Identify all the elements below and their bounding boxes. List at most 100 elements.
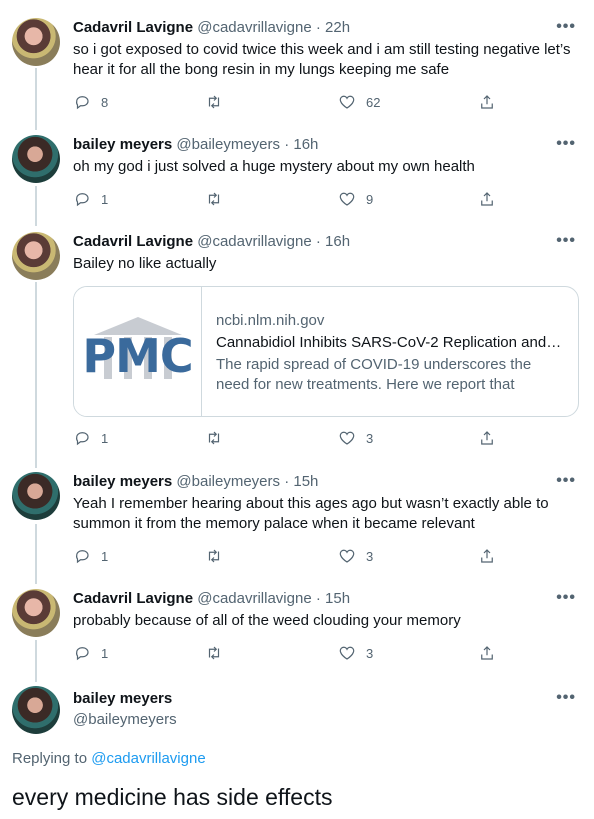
pmc-logo: PMC	[80, 316, 195, 387]
more-icon[interactable]: •••	[556, 589, 576, 607]
timestamp[interactable]: 22h	[325, 19, 350, 36]
share-icon	[481, 549, 493, 563]
share-icon	[481, 646, 493, 660]
like-button[interactable]: 3	[338, 429, 373, 447]
like-button[interactable]: 62	[338, 93, 380, 111]
card-title: Cannabidiol Inhibits SARS-CoV-2 Replicat…	[216, 334, 562, 351]
reply-icon	[76, 432, 89, 446]
retweet-button[interactable]	[205, 429, 233, 447]
like-icon	[339, 549, 355, 563]
timestamp[interactable]: 16h	[293, 136, 318, 153]
timestamp[interactable]: 15h	[325, 590, 350, 607]
reply-count: 1	[101, 430, 109, 446]
user-handle[interactable]: @baileymeyers	[176, 136, 280, 153]
display-name[interactable]: bailey meyers	[73, 136, 172, 153]
reply-button[interactable]: 8	[73, 93, 108, 111]
reply-count: 8	[101, 94, 109, 110]
like-count: 9	[366, 191, 374, 207]
card-thumbnail: PMC	[74, 287, 202, 416]
display-name[interactable]: bailey meyers	[73, 473, 172, 490]
user-handle[interactable]: @cadavrillavigne	[197, 233, 311, 250]
share-icon	[481, 192, 493, 206]
reply-button[interactable]: 1	[73, 547, 108, 565]
share-button[interactable]	[478, 644, 496, 662]
avatar[interactable]	[12, 135, 60, 183]
like-icon	[339, 431, 355, 445]
reply-button[interactable]: 1	[73, 190, 108, 208]
display-name[interactable]: Cadavril Lavigne	[73, 19, 193, 36]
separator-dot: ·	[315, 19, 321, 36]
more-icon[interactable]: •••	[556, 232, 576, 250]
user-handle[interactable]: @baileymeyers	[73, 711, 177, 728]
tweet-text: so i got exposed to covid twice this wee…	[73, 41, 571, 78]
reply-icon	[76, 96, 89, 110]
replying-to-link[interactable]: @cadavrillavigne	[91, 750, 205, 767]
reply-button[interactable]: 1	[73, 429, 108, 447]
replying-prefix: Replying to	[12, 750, 88, 767]
retweet-button[interactable]	[205, 644, 233, 662]
separator-dot: ·	[284, 473, 290, 490]
tweet-header: bailey meyers @baileymeyers · 15h	[73, 472, 318, 492]
more-icon[interactable]: •••	[556, 472, 576, 490]
reply-icon	[76, 193, 89, 207]
like-count: 3	[366, 430, 374, 446]
main-tweet-text: every medicine has side effects	[12, 784, 333, 810]
like-icon	[339, 192, 355, 206]
avatar[interactable]	[12, 686, 60, 734]
tweet-text: Bailey no like actually	[73, 255, 217, 272]
user-handle[interactable]: @cadavrillavigne	[197, 590, 311, 607]
more-icon[interactable]: •••	[556, 689, 576, 707]
tweet-header: Cadavril Lavigne @cadavrillavigne · 16h	[73, 232, 350, 252]
tweet-actions: 1 3	[73, 429, 503, 449]
avatar[interactable]	[12, 18, 60, 66]
timestamp[interactable]: 16h	[325, 233, 350, 250]
thread-connector	[35, 186, 37, 226]
user-handle[interactable]: @baileymeyers	[176, 473, 280, 490]
card-body: ncbi.nlm.nih.gov Cannabidiol Inhibits SA…	[202, 287, 578, 416]
tweet-text: probably because of all of the weed clou…	[73, 612, 461, 629]
display-name[interactable]: Cadavril Lavigne	[73, 590, 193, 607]
reply-count: 1	[101, 548, 109, 564]
reply-count: 1	[101, 645, 109, 661]
more-icon[interactable]: •••	[556, 18, 576, 36]
like-icon	[339, 95, 355, 109]
link-card[interactable]: PMC ncbi.nlm.nih.gov Cannabidiol Inhibit…	[73, 286, 579, 417]
retweet-button[interactable]	[205, 93, 233, 111]
separator-dot: ·	[315, 590, 321, 607]
retweet-icon	[208, 431, 220, 445]
like-count: 62	[366, 94, 381, 110]
separator-dot: ·	[284, 136, 290, 153]
display-name[interactable]: bailey meyers	[73, 689, 172, 709]
reply-button[interactable]: 1	[73, 644, 108, 662]
card-description: The rapid spread of COVID-19 underscores…	[216, 356, 532, 393]
tweet-actions: 8 62	[73, 93, 503, 113]
share-button[interactable]	[478, 547, 496, 565]
like-button[interactable]: 3	[338, 644, 373, 662]
retweet-button[interactable]	[205, 190, 233, 208]
like-button[interactable]: 3	[338, 547, 373, 565]
replying-to: Replying to @cadavrillavigne	[12, 750, 206, 767]
timestamp[interactable]: 15h	[293, 473, 318, 490]
share-button[interactable]	[478, 93, 496, 111]
thread-connector	[35, 282, 37, 468]
share-button[interactable]	[478, 190, 496, 208]
reply-icon	[76, 647, 89, 661]
retweet-icon	[208, 549, 220, 563]
thread-connector	[35, 68, 37, 130]
share-icon	[481, 95, 493, 109]
user-handle[interactable]: @cadavrillavigne	[197, 19, 311, 36]
avatar[interactable]	[12, 589, 60, 637]
retweet-button[interactable]	[205, 547, 233, 565]
tweet-actions: 1 3	[73, 547, 503, 567]
like-icon	[339, 646, 355, 660]
avatar[interactable]	[12, 472, 60, 520]
display-name[interactable]: Cadavril Lavigne	[73, 233, 193, 250]
like-button[interactable]: 9	[338, 190, 373, 208]
share-button[interactable]	[478, 429, 496, 447]
tweet-actions: 1 3	[73, 644, 503, 664]
thread-connector	[35, 524, 37, 584]
reply-count: 1	[101, 191, 109, 207]
tweet-header: Cadavril Lavigne @cadavrillavigne · 15h	[73, 589, 350, 609]
avatar[interactable]	[12, 232, 60, 280]
more-icon[interactable]: •••	[556, 135, 576, 153]
